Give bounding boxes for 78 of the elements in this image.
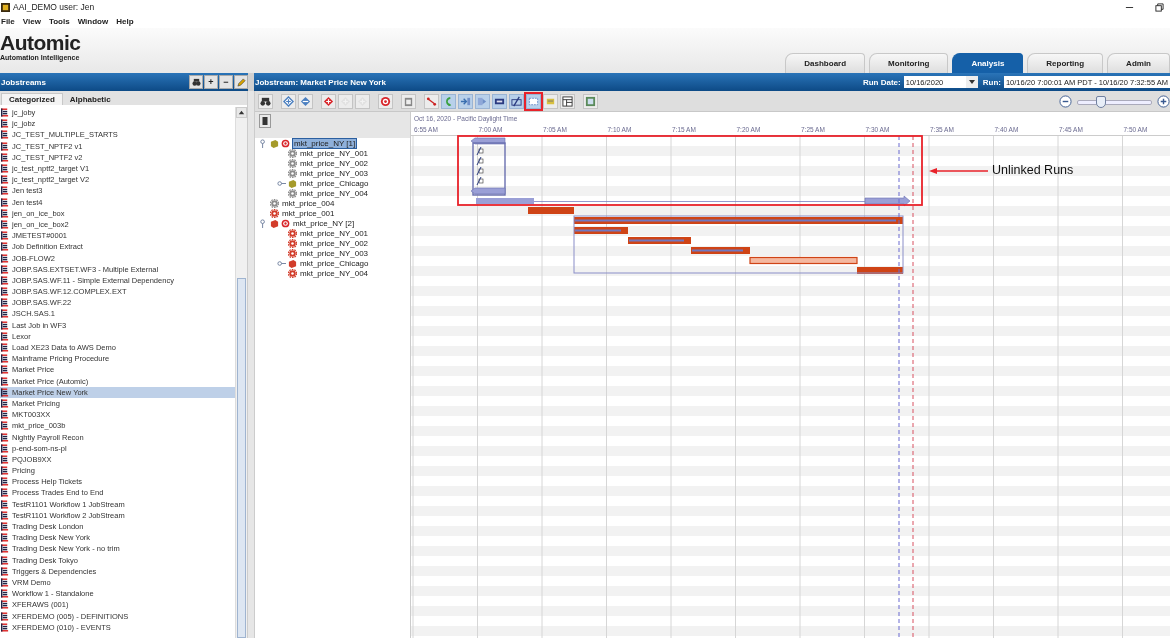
tree-node[interactable]: mkt_price_NY_004: [299, 268, 370, 278]
tree-node[interactable]: mkt_price_Chicago: [299, 178, 370, 188]
zoom-in-icon[interactable]: [1157, 94, 1170, 108]
slider-thumb[interactable]: [1095, 96, 1106, 108]
menu-item[interactable]: View: [22, 16, 41, 26]
tree-node[interactable]: mkt_price_NY_002: [299, 158, 370, 168]
nav-tab[interactable]: Reporting: [1027, 53, 1104, 73]
table-icon: [562, 95, 573, 107]
menu-item[interactable]: File: [1, 16, 15, 26]
diamond-plus-icon: [357, 95, 368, 107]
unlinked-run-bar[interactable]: [470, 187, 506, 195]
callout-text: Unlinked Runs: [992, 163, 1074, 177]
expand-toggle-icon[interactable]: [277, 258, 286, 268]
search-button[interactable]: [189, 75, 203, 89]
menu-item[interactable]: Window: [77, 16, 109, 26]
run-date-label: Run Date:: [862, 77, 901, 87]
diamond-plus-icon: [340, 95, 351, 107]
tree-node[interactable]: mkt_price_NY [2]: [292, 218, 356, 228]
tree-node[interactable]: mkt_price_NY_003: [299, 168, 370, 178]
toolbar-button[interactable]: [258, 93, 273, 109]
toolbar-button[interactable]: [492, 93, 507, 109]
unlinked-run-bar[interactable]: [476, 195, 911, 207]
app-icon: [1, 2, 10, 12]
arrow-in-icon: [460, 95, 471, 107]
restore-icon[interactable]: [1155, 2, 1164, 12]
toolbar-button[interactable]: [560, 93, 575, 109]
header-button[interactable]: +: [204, 75, 218, 89]
toolbar-button[interactable]: [509, 93, 524, 109]
menu-item[interactable]: Tools: [48, 16, 70, 26]
tree-node[interactable]: mkt_price_001: [281, 208, 336, 218]
toolbar-button[interactable]: [424, 93, 439, 109]
nav-tab[interactable]: Monitoring: [869, 53, 949, 73]
tree-node[interactable]: mkt_price_NY_001: [299, 148, 370, 158]
callout-arrow: [929, 168, 989, 174]
unlinked-run-bar[interactable]: [470, 137, 506, 196]
tree-node[interactable]: mkt_price_NY_003: [299, 248, 370, 258]
tree-node[interactable]: mkt_price_NY [1]: [292, 137, 358, 149]
jobstream-title: Jobstream: Market Price New York: [255, 77, 386, 87]
tree-node[interactable]: mkt_price_Chicago: [299, 258, 370, 268]
slash-box-icon: [511, 95, 522, 107]
diamond-plus-icon: [323, 95, 334, 107]
run-bar[interactable]: [749, 256, 858, 265]
toolbar-button[interactable]: [378, 93, 393, 109]
nav-tab[interactable]: Analysis: [952, 53, 1024, 73]
scroll-up-button[interactable]: [236, 107, 247, 118]
tree-node[interactable]: mkt_price_NY_004: [299, 188, 370, 198]
tree-node[interactable]: mkt_price_NY_002: [299, 238, 370, 248]
list-tab[interactable]: Alphabetic: [62, 94, 118, 105]
panel-toggle-icon[interactable]: [259, 114, 271, 128]
clipboard-icon: [403, 95, 414, 107]
tree-node[interactable]: mkt_price_NY_001: [299, 228, 370, 238]
brand-name: Automic: [0, 32, 81, 54]
target-icon: [380, 95, 391, 107]
binoculars-icon: [260, 95, 271, 107]
connector-icon: [426, 95, 437, 107]
nav-tab[interactable]: Dashboard: [785, 53, 866, 73]
menu-item[interactable]: Help: [116, 16, 134, 26]
expand-toggle-icon[interactable]: [259, 138, 268, 148]
expand-toggle-icon[interactable]: [259, 218, 268, 228]
zoom-slider[interactable]: [1077, 95, 1152, 107]
dashed-frame-icon: [528, 95, 539, 107]
edit-button[interactable]: [234, 75, 248, 89]
diamond-minus-icon: [300, 95, 311, 107]
run-label: Run:: [982, 77, 1001, 87]
panel-title: Jobstreams: [1, 77, 46, 87]
scrollbar[interactable]: [235, 107, 247, 638]
nav-tab[interactable]: Admin: [1107, 53, 1170, 73]
window-title: AAI_DEMO user: Jen: [13, 2, 95, 12]
zoom-out-icon[interactable]: [1059, 94, 1072, 108]
target-icon: [281, 138, 290, 148]
sheet-icon: [585, 95, 596, 107]
expand-toggle-icon[interactable]: [277, 178, 286, 188]
header-button[interactable]: −: [219, 75, 233, 89]
arrow-out-icon: [477, 95, 488, 107]
list-tab[interactable]: Categorized: [1, 93, 63, 105]
diamond-plus-icon: [283, 95, 294, 107]
target-icon: [281, 218, 290, 228]
tree-node[interactable]: mkt_price_004: [281, 198, 336, 208]
